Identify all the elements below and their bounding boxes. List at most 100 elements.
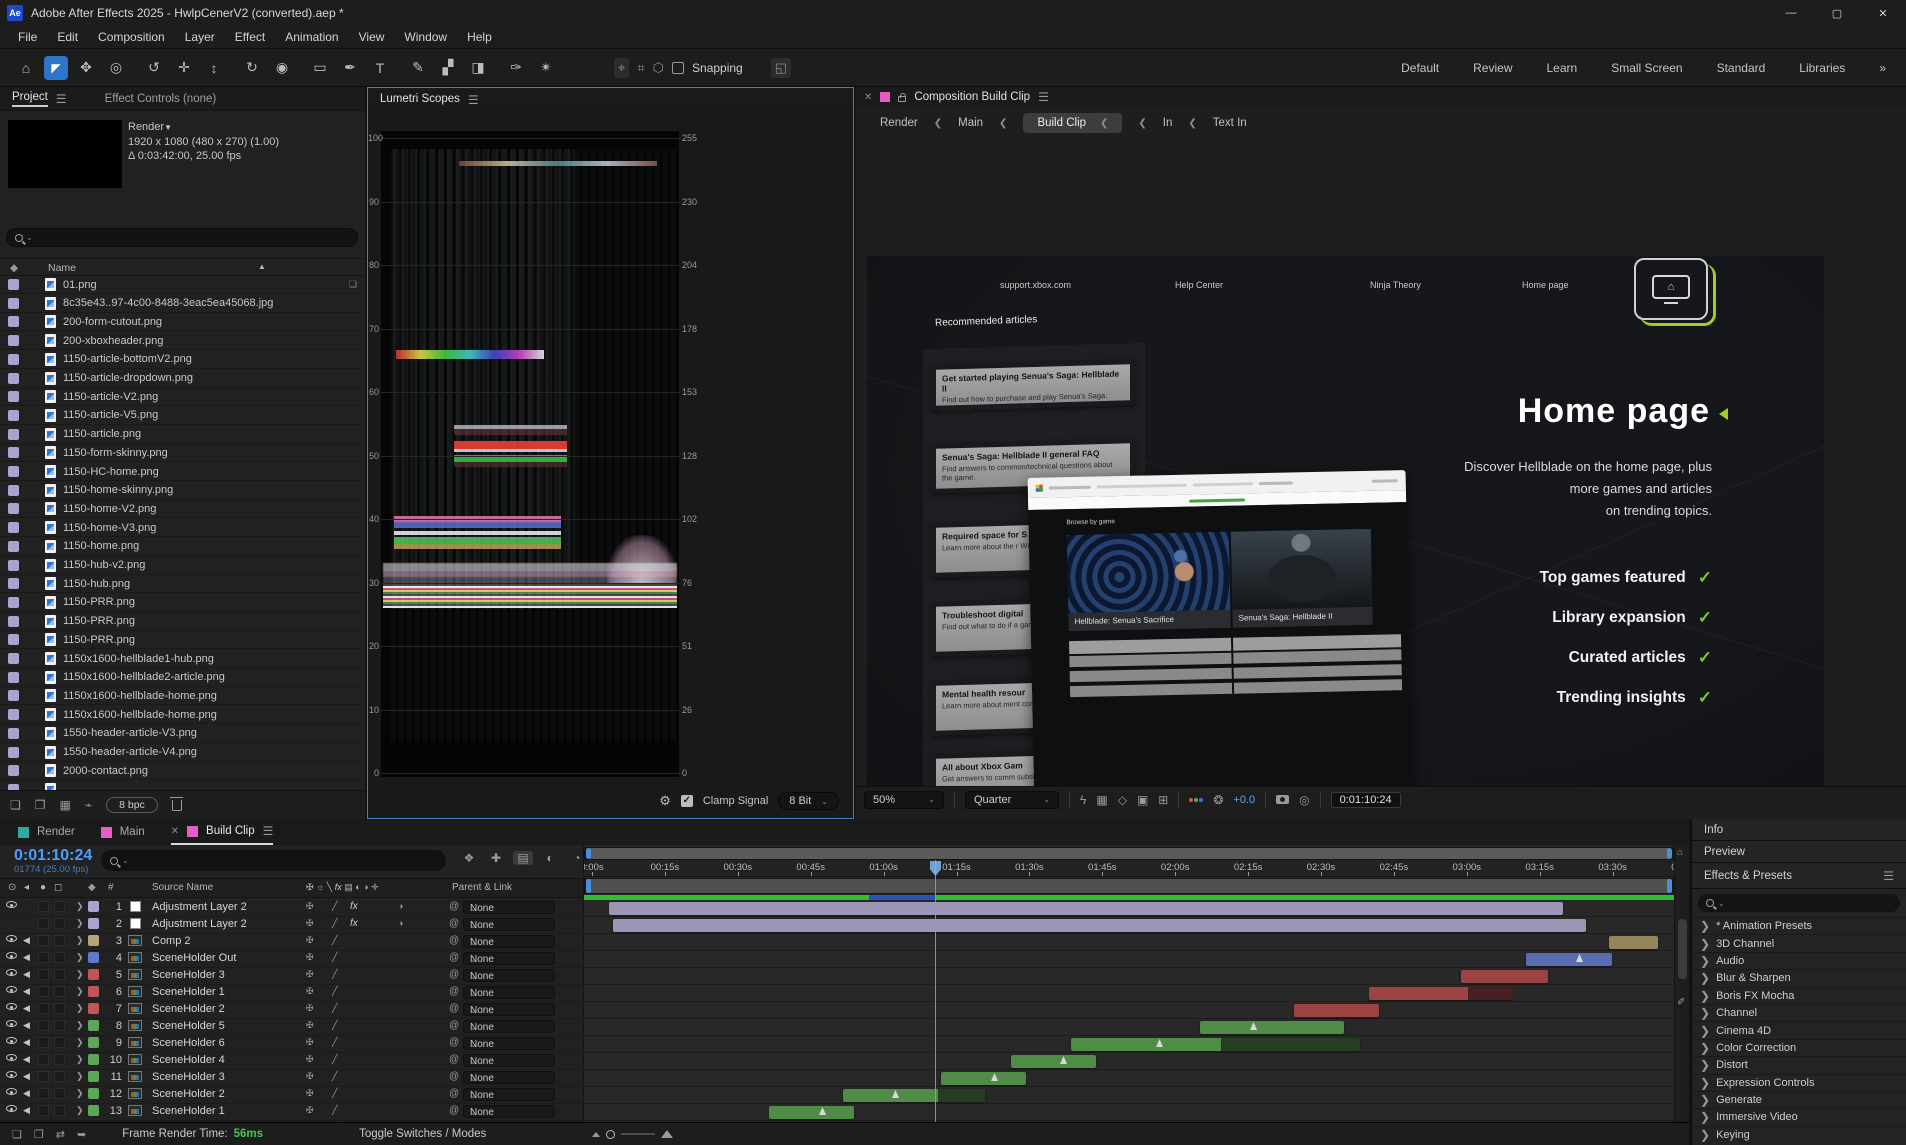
workspace-review[interactable]: Review (1473, 61, 1512, 75)
menu-help[interactable]: Help (457, 26, 502, 48)
audio-speaker-icon[interactable]: ◀ (23, 1071, 30, 1082)
solo-cell[interactable] (38, 1037, 49, 1048)
close-button[interactable]: ✕ (1860, 0, 1906, 26)
list-item[interactable]: 2000-contact.png (0, 762, 365, 780)
effects-category-generate[interactable]: ❯Generate (1692, 1091, 1906, 1108)
parent-pickwhip-icon[interactable]: @ (449, 952, 459, 963)
preview-comp-name[interactable]: Render (128, 121, 164, 133)
visibility-eye-icon[interactable] (6, 935, 17, 942)
expand-arrow-icon[interactable]: ❯ (76, 1054, 84, 1065)
parent-link-dropdown[interactable]: None⌄ (463, 969, 555, 982)
menu-window[interactable]: Window (394, 26, 457, 48)
interpret-footage-icon[interactable]: ❏ (10, 798, 21, 812)
quality-switch-icon[interactable]: ╱ (332, 918, 337, 929)
menu-effect[interactable]: Effect (225, 26, 275, 48)
clamp-signal-checkbox[interactable]: ✓ (681, 795, 693, 807)
selection-tool-icon[interactable]: ◤ (44, 56, 68, 80)
label-swatch[interactable] (8, 279, 19, 290)
layer-row[interactable]: ◀❯10SceneHolder 4✠╱@None⌄ (0, 1053, 583, 1070)
close-tab-icon[interactable]: ✕ (171, 826, 179, 837)
visibility-eye-icon[interactable] (6, 1088, 17, 1095)
zoom-out-icon[interactable] (592, 1132, 600, 1137)
frame-blending-icon[interactable]: ▤ (513, 851, 533, 865)
layer-row[interactable]: ◀❯5SceneHolder 3✠╱@None⌄ (0, 968, 583, 985)
snapping-checkbox[interactable] (672, 62, 684, 74)
comp-panel-menu-icon[interactable]: ☰ (1038, 90, 1049, 104)
solo-cell[interactable] (38, 1088, 49, 1099)
layer-duration-bar[interactable] (1461, 970, 1548, 983)
quality-switch-icon[interactable]: ╱ (332, 1020, 337, 1031)
label-swatch[interactable] (8, 616, 19, 627)
tab-project[interactable]: Project (12, 91, 48, 107)
effects-category-channel[interactable]: ❯Channel (1692, 1004, 1906, 1021)
parent-pickwhip-icon[interactable]: @ (449, 1105, 459, 1116)
exposure-value[interactable]: +0.0 (1233, 794, 1255, 806)
project-panel-menu-icon[interactable]: ☰ (56, 92, 67, 106)
layer-row[interactable]: ◀❯4SceneHolder Out✠╱@None⌄ (0, 951, 583, 968)
solo-cell[interactable] (38, 1054, 49, 1065)
layer-track[interactable] (584, 1019, 1674, 1036)
parent-pickwhip-icon[interactable]: @ (449, 969, 459, 980)
breadcrumb-build-clip[interactable]: Build Clip❮ (1023, 113, 1122, 133)
hand-tool-icon[interactable]: ✥ (74, 56, 98, 80)
list-item[interactable]: 1150-article.png (0, 426, 365, 444)
eraser-tool-icon[interactable]: ◨ (466, 56, 490, 80)
proxy-icon[interactable]: ⌁ (85, 798, 92, 812)
label-swatch[interactable] (8, 447, 19, 458)
list-item[interactable]: 1150-home.png (0, 538, 365, 556)
quality-switch-icon[interactable]: ╱ (332, 1105, 337, 1116)
list-item[interactable]: 1550-header-article-V3.png (0, 725, 365, 743)
snap-features-icon[interactable]: ⬡ (653, 60, 664, 76)
collapse-switch-icon[interactable]: ✠ (306, 969, 314, 980)
collapse-switch-icon[interactable]: ✠ (306, 901, 314, 912)
label-swatch[interactable] (8, 653, 19, 664)
workspace-small-screen[interactable]: Small Screen (1611, 61, 1682, 75)
fx-switch-icon[interactable]: fx (350, 901, 358, 912)
label-swatch[interactable] (8, 335, 19, 346)
list-item[interactable]: 1150-article-bottomV2.png (0, 351, 365, 369)
lock-cell[interactable] (54, 935, 65, 946)
layer-label-swatch[interactable] (88, 918, 99, 929)
layer-track[interactable] (584, 1002, 1674, 1019)
label-swatch[interactable] (8, 316, 19, 327)
parent-link-dropdown[interactable]: None⌄ (463, 918, 555, 931)
quality-switch-icon[interactable]: ╱ (332, 1037, 337, 1048)
solo-cell[interactable] (38, 969, 49, 980)
lock-cell[interactable] (54, 1105, 65, 1116)
workspace-default[interactable]: Default (1401, 61, 1439, 75)
layer-name[interactable]: SceneHolder 4 (152, 1054, 225, 1066)
workspace-learn[interactable]: Learn (1547, 61, 1578, 75)
label-swatch[interactable] (8, 373, 19, 384)
preview-panel-header[interactable]: Preview (1692, 841, 1906, 863)
parent-link-toggle-icon[interactable]: ➥ (77, 1128, 86, 1141)
list-item[interactable]: 1150-PRR.png (0, 631, 365, 649)
puppet-pin-tool-icon[interactable]: ✴ (534, 56, 558, 80)
collapse-switch-icon[interactable]: ✠ (306, 1020, 314, 1031)
parent-link-dropdown[interactable]: None⌄ (463, 935, 555, 948)
visibility-eye-icon[interactable] (6, 986, 17, 993)
quality-switch-icon[interactable]: ╱ (332, 986, 337, 997)
timeline-tab-render[interactable]: Render (18, 819, 75, 845)
list-item[interactable]: 200-xboxheader.png (0, 332, 365, 350)
minimize-button[interactable]: — (1768, 0, 1814, 26)
layer-duration-bar[interactable] (843, 1089, 985, 1102)
parent-link-dropdown[interactable]: None⌄ (463, 986, 555, 999)
pan-camera-tool-icon[interactable]: ✛ (172, 56, 196, 80)
expand-arrow-icon[interactable]: ❯ (76, 952, 84, 963)
list-item[interactable]: 1150x1600-hellblade-home.png (0, 687, 365, 705)
transparency-grid-icon[interactable]: ▦ (1096, 793, 1107, 807)
comp-label-swatch[interactable] (880, 92, 890, 102)
audio-speaker-icon[interactable]: ◀ (23, 1003, 30, 1014)
layer-duration-bar[interactable] (1200, 1021, 1344, 1034)
comp-marker-icon[interactable]: ⌂ (1677, 847, 1683, 858)
solo-cell[interactable] (38, 952, 49, 963)
info-panel-header[interactable]: Info (1692, 819, 1906, 841)
snap-anchor-icon[interactable]: ⌖ (614, 58, 629, 78)
list-item[interactable]: 1150-hub-v2.png (0, 557, 365, 575)
lock-cell[interactable] (54, 952, 65, 963)
menu-composition[interactable]: Composition (88, 26, 175, 48)
visibility-eye-icon[interactable] (6, 1105, 17, 1112)
breadcrumb-text-in[interactable]: Text In (1213, 117, 1247, 129)
list-item[interactable]: 1150-PRR.png (0, 594, 365, 612)
draft-3d-icon[interactable]: ✚ (486, 851, 506, 865)
